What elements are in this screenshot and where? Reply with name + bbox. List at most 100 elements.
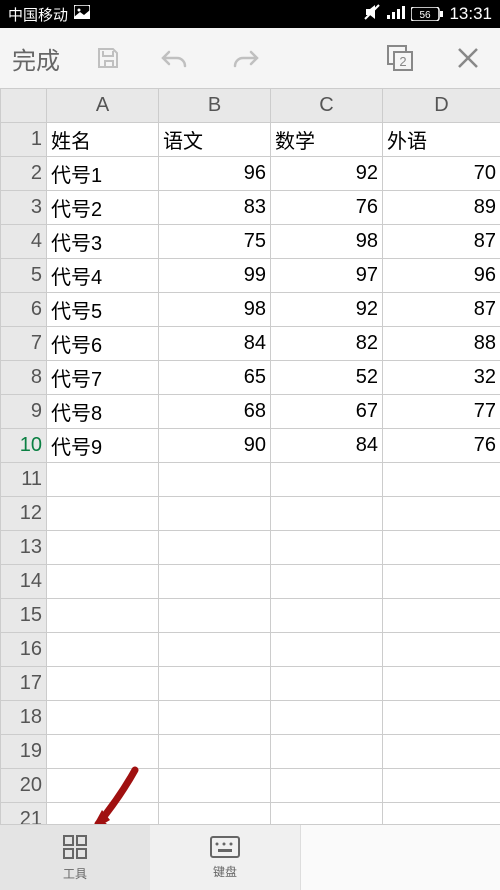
cell[interactable] — [271, 565, 383, 599]
row-header[interactable]: 12 — [1, 497, 47, 531]
cell[interactable] — [47, 769, 159, 803]
cell[interactable] — [159, 463, 271, 497]
cell[interactable] — [271, 633, 383, 667]
cell[interactable] — [383, 633, 500, 667]
column-header-b[interactable]: B — [159, 89, 271, 123]
cell[interactable]: 代号4 — [47, 259, 159, 293]
column-header-d[interactable]: D — [383, 89, 500, 123]
cell[interactable] — [159, 701, 271, 735]
cell[interactable] — [47, 463, 159, 497]
cell[interactable] — [271, 599, 383, 633]
cell[interactable] — [271, 463, 383, 497]
cell[interactable] — [47, 599, 159, 633]
cell[interactable]: 代号8 — [47, 395, 159, 429]
row-header[interactable]: 4 — [1, 225, 47, 259]
redo-icon[interactable] — [224, 38, 264, 78]
row-header[interactable]: 15 — [1, 599, 47, 633]
cell[interactable]: 99 — [159, 259, 271, 293]
cell[interactable] — [47, 735, 159, 769]
cell[interactable]: 88 — [383, 327, 500, 361]
row-header[interactable]: 17 — [1, 667, 47, 701]
row-header[interactable]: 1 — [1, 123, 47, 157]
cell[interactable]: 语文 — [159, 123, 271, 157]
cell[interactable] — [159, 599, 271, 633]
cell[interactable]: 84 — [159, 327, 271, 361]
undo-icon[interactable] — [156, 38, 196, 78]
cell[interactable]: 姓名 — [47, 123, 159, 157]
cell[interactable]: 代号3 — [47, 225, 159, 259]
cell[interactable]: 代号7 — [47, 361, 159, 395]
row-header[interactable]: 16 — [1, 633, 47, 667]
cell[interactable] — [383, 531, 500, 565]
cell[interactable] — [159, 769, 271, 803]
cell[interactable]: 代号5 — [47, 293, 159, 327]
cell[interactable]: 外语 — [383, 123, 500, 157]
cell[interactable]: 87 — [383, 225, 500, 259]
cell[interactable]: 76 — [383, 429, 500, 463]
cell[interactable]: 82 — [271, 327, 383, 361]
cell[interactable]: 77 — [383, 395, 500, 429]
cell[interactable]: 87 — [383, 293, 500, 327]
cell[interactable]: 代号6 — [47, 327, 159, 361]
row-header[interactable]: 20 — [1, 769, 47, 803]
select-all-corner[interactable] — [1, 89, 47, 123]
cell[interactable]: 96 — [383, 259, 500, 293]
row-header[interactable]: 2 — [1, 157, 47, 191]
cell[interactable]: 代号1 — [47, 157, 159, 191]
row-header[interactable]: 14 — [1, 565, 47, 599]
cell[interactable]: 92 — [271, 293, 383, 327]
cell[interactable]: 83 — [159, 191, 271, 225]
row-header[interactable]: 18 — [1, 701, 47, 735]
cell[interactable] — [159, 531, 271, 565]
row-header[interactable]: 3 — [1, 191, 47, 225]
save-icon[interactable] — [88, 38, 128, 78]
cell[interactable] — [159, 667, 271, 701]
cell[interactable] — [383, 497, 500, 531]
cell[interactable] — [47, 667, 159, 701]
cell[interactable] — [383, 565, 500, 599]
done-button[interactable]: 完成 — [12, 41, 60, 76]
cell[interactable]: 84 — [271, 429, 383, 463]
column-header-a[interactable]: A — [47, 89, 159, 123]
row-header[interactable]: 11 — [1, 463, 47, 497]
cell[interactable]: 68 — [159, 395, 271, 429]
cell[interactable]: 70 — [383, 157, 500, 191]
cell[interactable] — [383, 769, 500, 803]
cell[interactable] — [383, 599, 500, 633]
cell[interactable] — [383, 701, 500, 735]
tabs-icon[interactable]: 2 — [380, 38, 420, 78]
row-header[interactable]: 9 — [1, 395, 47, 429]
cell[interactable] — [271, 701, 383, 735]
cell[interactable]: 代号2 — [47, 191, 159, 225]
cell[interactable] — [271, 735, 383, 769]
tools-tab[interactable]: 工具 — [0, 825, 150, 890]
cell[interactable]: 76 — [271, 191, 383, 225]
keyboard-tab[interactable]: 键盘 — [150, 825, 300, 890]
row-header[interactable]: 13 — [1, 531, 47, 565]
cell[interactable] — [47, 497, 159, 531]
cell[interactable]: 32 — [383, 361, 500, 395]
cell[interactable]: 98 — [271, 225, 383, 259]
close-icon[interactable] — [448, 38, 488, 78]
cell[interactable]: 代号9 — [47, 429, 159, 463]
cell[interactable]: 67 — [271, 395, 383, 429]
cell[interactable]: 数学 — [271, 123, 383, 157]
row-header[interactable]: 10 — [1, 429, 47, 463]
cell[interactable] — [271, 531, 383, 565]
row-header[interactable]: 6 — [1, 293, 47, 327]
cell[interactable]: 52 — [271, 361, 383, 395]
cell[interactable] — [271, 497, 383, 531]
column-header-c[interactable]: C — [271, 89, 383, 123]
cell[interactable]: 98 — [159, 293, 271, 327]
cell[interactable] — [47, 701, 159, 735]
cell[interactable]: 97 — [271, 259, 383, 293]
cell[interactable]: 89 — [383, 191, 500, 225]
cell[interactable]: 75 — [159, 225, 271, 259]
cell[interactable] — [159, 633, 271, 667]
cell[interactable] — [159, 735, 271, 769]
row-header[interactable]: 7 — [1, 327, 47, 361]
cell[interactable] — [47, 633, 159, 667]
cell[interactable]: 92 — [271, 157, 383, 191]
spreadsheet[interactable]: ABCD1姓名语文数学外语2代号19692703代号28376894代号3759… — [0, 88, 500, 871]
cell[interactable] — [271, 769, 383, 803]
